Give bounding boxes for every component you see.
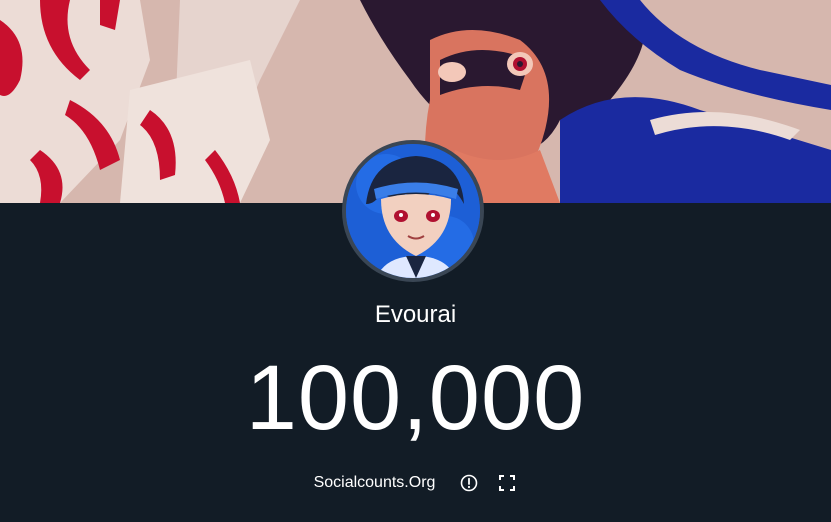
- counter-page: Evourai 100,000 Socialcounts.Org: [0, 0, 831, 522]
- channel-name: Evourai: [374, 301, 457, 328]
- socialcounts-link[interactable]: Socialcounts.Org: [314, 474, 436, 492]
- info-circle-icon[interactable]: [459, 473, 479, 493]
- subscriber-count: 100,000: [245, 347, 586, 449]
- channel-avatar: [342, 140, 484, 282]
- footer-bar: Socialcounts.Org: [0, 471, 831, 495]
- fullscreen-icon[interactable]: [497, 473, 517, 493]
- avatar-artwork: [346, 144, 480, 278]
